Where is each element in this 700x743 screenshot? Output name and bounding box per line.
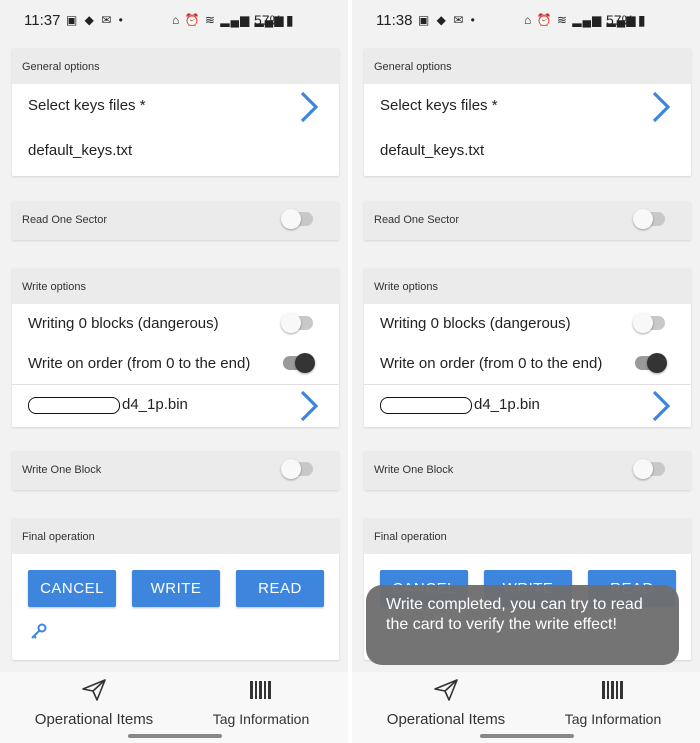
- write-one-block-header: Write One Block: [12, 451, 339, 490]
- read-one-sector-card: Read One Sector: [12, 201, 339, 240]
- toast-message: Write completed, you can try to read the…: [366, 585, 679, 665]
- general-options-card: General options Select keys files * defa…: [364, 48, 691, 176]
- nav-operational-label: Operational Items: [386, 711, 506, 728]
- write-on-order-label: Write on order (from 0 to the end): [28, 355, 251, 372]
- keys-file-row: default_keys.txt: [364, 130, 691, 176]
- writing-zero-blocks-toggle[interactable]: [633, 313, 665, 333]
- write-one-block-label: Write One Block: [374, 464, 454, 476]
- writing-zero-blocks-row: Writing 0 blocks (dangerous): [12, 304, 339, 344]
- write-on-order-toggle[interactable]: [283, 353, 315, 373]
- write-one-block-toggle[interactable]: [633, 459, 665, 479]
- chevron-right-icon[interactable]: [649, 389, 673, 423]
- select-keys-row[interactable]: Select keys files *: [12, 84, 339, 130]
- keys-file-row: default_keys.txt: [12, 130, 339, 176]
- write-one-block-label: Write One Block: [22, 464, 102, 476]
- cancel-button[interactable]: CANCEL: [28, 570, 116, 607]
- read-button[interactable]: READ: [236, 570, 324, 607]
- redacted-filename: [28, 396, 120, 414]
- barcode-icon: [250, 681, 271, 699]
- paper-plane-icon: [434, 679, 458, 701]
- chevron-right-icon[interactable]: [297, 90, 321, 124]
- general-options-card: General options Select keys files * defa…: [12, 48, 339, 176]
- read-one-sector-label: Read One Sector: [374, 214, 459, 226]
- chevron-right-icon[interactable]: [649, 90, 673, 124]
- write-options-card: Write options Writing 0 blocks (dangerou…: [12, 268, 339, 427]
- nav-tag-label: Tag Information: [212, 711, 310, 727]
- status-bar: 11:37 ▣ ◆ ✉ • ⌂ ⏰ ≋ ▂▄▆ ▂▄▆ 57% ▮: [0, 0, 348, 44]
- write-one-block-toggle[interactable]: [281, 459, 313, 479]
- write-on-order-label: Write on order (from 0 to the end): [380, 355, 603, 372]
- nav-tag-label: Tag Information: [564, 711, 662, 727]
- write-one-block-card: Write One Block: [12, 451, 339, 490]
- section-header: Write options: [12, 268, 339, 304]
- dump-file-row[interactable]: d4_1p.bin: [12, 385, 339, 427]
- redacted-filename: [380, 396, 472, 414]
- writing-zero-blocks-row: Writing 0 blocks (dangerous): [364, 304, 691, 344]
- section-header: Write options: [364, 268, 691, 304]
- phone-screen-after: 11:38 ▣ ◆ ✉ • ⌂ ⏰ ≋ ▂▄▆ ▂▄▆ 57% ▮ Genera…: [352, 0, 700, 743]
- section-header: Final operation: [12, 518, 339, 554]
- select-keys-label: Select keys files *: [28, 97, 146, 114]
- nav-operational-items[interactable]: Operational Items: [386, 678, 506, 728]
- section-header: General options: [12, 48, 339, 84]
- final-operation-card: Final operation CANCEL WRITE READ: [12, 518, 339, 660]
- keys-file-name: default_keys.txt: [380, 142, 485, 159]
- write-on-order-toggle[interactable]: [635, 353, 667, 373]
- phone-screen-before: 11:37 ▣ ◆ ✉ • ⌂ ⏰ ≋ ▂▄▆ ▂▄▆ 57% ▮ Genera…: [0, 0, 348, 743]
- write-button[interactable]: WRITE: [132, 570, 220, 607]
- keys-file-name: default_keys.txt: [28, 142, 133, 159]
- read-one-sector-label: Read One Sector: [22, 214, 107, 226]
- read-one-sector-toggle[interactable]: [281, 209, 313, 229]
- read-one-sector-header: Read One Sector: [364, 201, 691, 240]
- comparison-root: 11:37 ▣ ◆ ✉ • ⌂ ⏰ ≋ ▂▄▆ ▂▄▆ 57% ▮ Genera…: [0, 0, 700, 743]
- section-header: General options: [364, 48, 691, 84]
- write-one-block-header: Write One Block: [364, 451, 691, 490]
- status-time: 11:38: [376, 12, 413, 29]
- nav-operational-label: Operational Items: [34, 711, 154, 728]
- write-on-order-row: Write on order (from 0 to the end): [12, 344, 339, 384]
- home-indicator: [128, 734, 222, 738]
- chevron-right-icon[interactable]: [297, 389, 321, 423]
- read-one-sector-header: Read One Sector: [12, 201, 339, 240]
- barcode-icon: [602, 681, 623, 699]
- read-one-sector-toggle[interactable]: [633, 209, 665, 229]
- nav-tag-information[interactable]: Tag Information: [206, 678, 316, 727]
- key-icon[interactable]: [30, 622, 48, 640]
- writing-zero-blocks-toggle[interactable]: [281, 313, 313, 333]
- notification-icons: ▣ ◆ ✉ •: [418, 13, 477, 27]
- battery-level: 57% ▮: [254, 12, 294, 28]
- write-one-block-card: Write One Block: [364, 451, 691, 490]
- writing-zero-blocks-label: Writing 0 blocks (dangerous): [28, 315, 219, 332]
- select-keys-label: Select keys files *: [380, 97, 498, 114]
- read-one-sector-card: Read One Sector: [364, 201, 691, 240]
- action-buttons: CANCEL WRITE READ: [12, 554, 339, 612]
- bottom-navigation: Operational Items Tag Information: [352, 672, 700, 743]
- dump-file-row[interactable]: d4_1p.bin: [364, 385, 691, 427]
- writing-zero-blocks-label: Writing 0 blocks (dangerous): [380, 315, 571, 332]
- notification-icons: ▣ ◆ ✉ •: [66, 13, 125, 27]
- nav-operational-items[interactable]: Operational Items: [34, 678, 154, 728]
- nav-tag-information[interactable]: Tag Information: [558, 678, 668, 727]
- dump-file-suffix: d4_1p.bin: [122, 396, 188, 413]
- status-bar: 11:38 ▣ ◆ ✉ • ⌂ ⏰ ≋ ▂▄▆ ▂▄▆ 57% ▮: [352, 0, 700, 44]
- write-on-order-row: Write on order (from 0 to the end): [364, 344, 691, 384]
- paper-plane-icon: [82, 679, 106, 701]
- write-options-card: Write options Writing 0 blocks (dangerou…: [364, 268, 691, 427]
- battery-level: 57% ▮: [606, 12, 646, 28]
- status-time: 11:37: [24, 12, 61, 29]
- bottom-navigation: Operational Items Tag Information: [0, 672, 348, 743]
- section-header: Final operation: [364, 518, 691, 554]
- select-keys-row[interactable]: Select keys files *: [364, 84, 691, 130]
- home-indicator: [480, 734, 574, 738]
- dump-file-suffix: d4_1p.bin: [474, 396, 540, 413]
